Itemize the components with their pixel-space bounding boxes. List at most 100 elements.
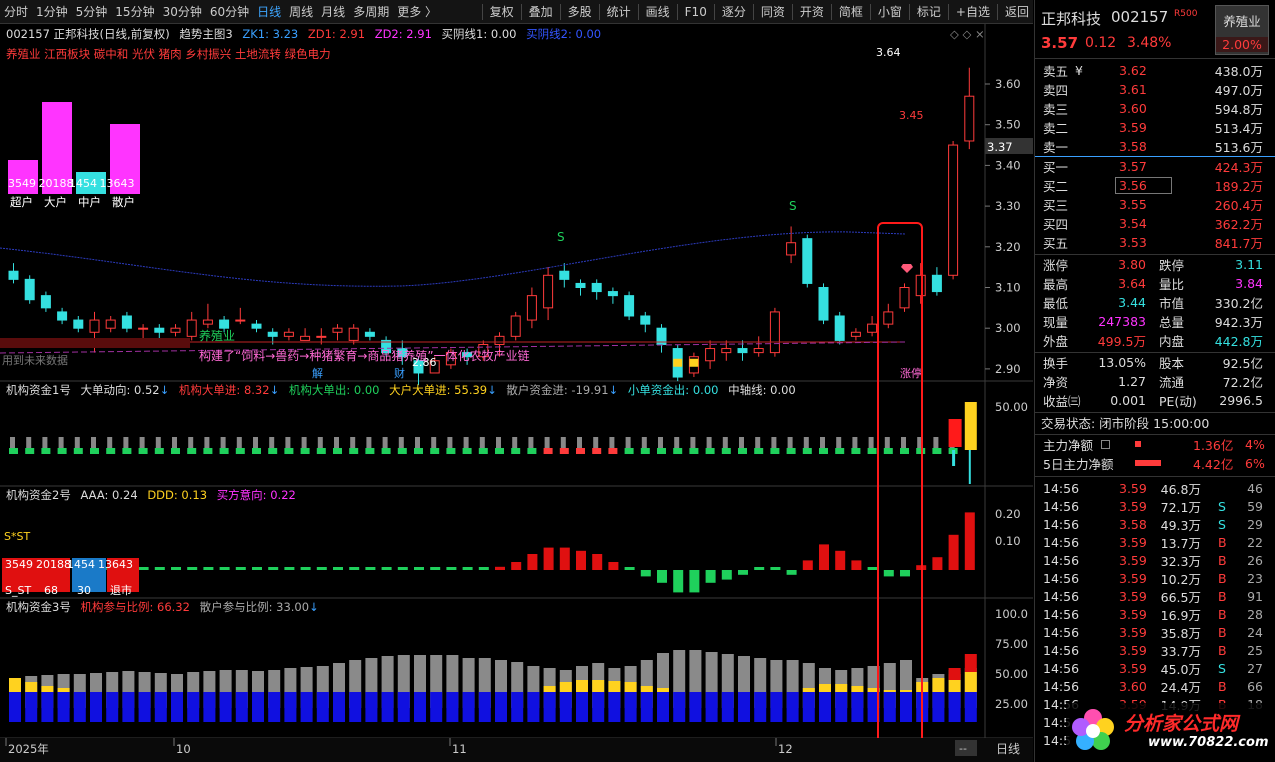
p1-flow-bar xyxy=(333,448,342,454)
p1-flow-bar xyxy=(284,448,294,454)
p3-blue-bar xyxy=(73,692,86,722)
tool-button-12[interactable]: +自选 xyxy=(952,0,994,24)
period-tab-1[interactable]: 1分钟 xyxy=(32,0,72,24)
panel3-title[interactable]: 机构资金3号 xyxy=(6,600,71,614)
ask-row[interactable]: 卖五 ¥ 3.62 438.0万 xyxy=(1035,61,1275,80)
tick-volume: 24.4万 xyxy=(1160,679,1201,695)
tool-button-8[interactable]: 开资 xyxy=(796,0,828,24)
period-tab-2[interactable]: 5分钟 xyxy=(72,0,112,24)
period-tab-7[interactable]: 周线 xyxy=(285,0,317,24)
tool-button-1[interactable]: 叠加 xyxy=(525,0,557,24)
price-tick-label: 3.00 xyxy=(995,321,1021,335)
flow5-row: 5日主力净额 4.42亿 6% xyxy=(1035,454,1275,473)
panel1-title[interactable]: 机构资金1号 xyxy=(6,383,71,397)
candle-body xyxy=(138,327,149,330)
tool-button-13[interactable]: 返回 xyxy=(1001,0,1033,24)
stat-value: 3.80 xyxy=(1118,257,1146,272)
tool-button-0[interactable]: 复权 xyxy=(486,0,518,24)
flow5-pct: 6% xyxy=(1245,456,1265,471)
candle-body xyxy=(219,319,230,329)
tool-button-3[interactable]: 统计 xyxy=(603,0,635,24)
candle-body xyxy=(883,311,894,325)
watermark-url: www.70822.com xyxy=(1148,735,1269,750)
period-tab-3[interactable]: 15分钟 xyxy=(111,0,158,24)
ask-row[interactable]: 卖二 3.59 513.4万 xyxy=(1035,118,1275,137)
stat-label: 外盘 xyxy=(1043,334,1069,349)
period-tab-4[interactable]: 30分钟 xyxy=(159,0,206,24)
bid-row[interactable]: 买一 3.57 424.3万 xyxy=(1035,157,1275,176)
period-tab-9[interactable]: 多周期 xyxy=(349,0,393,24)
stat-value2: 3.11 xyxy=(1235,257,1263,272)
p3-blue-bar xyxy=(948,692,961,722)
ask-label: 卖二 xyxy=(1043,121,1069,136)
tool-button-5[interactable]: F10 xyxy=(681,0,711,24)
p1-flow-bar xyxy=(349,448,359,454)
candle-body xyxy=(899,287,910,309)
chart-corner-icons[interactable]: ◇ ◇ × xyxy=(950,27,985,41)
price-row: 3.57 0.12 3.48% xyxy=(1035,34,1275,56)
stats-list: 涨停 3.80 跌停 3.11 最高 3.64 量比 3.84 最低 3.44 … xyxy=(1035,255,1275,350)
stat-value2: 3.84 xyxy=(1235,276,1263,291)
p3-yellow-bar xyxy=(592,680,605,692)
candle-body xyxy=(543,274,554,309)
tool-button-4[interactable]: 画线 xyxy=(642,0,674,24)
candle-body xyxy=(559,270,570,280)
indicator-name[interactable]: 趋势主图3 xyxy=(179,27,232,41)
p2-bar xyxy=(300,567,311,570)
bid-row[interactable]: 买二 3.56 189.2万 xyxy=(1035,176,1275,195)
ask-volume: 438.0万 xyxy=(1214,64,1263,79)
p3-blue-bar xyxy=(122,692,135,722)
tick-row: 14:56 3.59 33.7万 B 25 xyxy=(1035,641,1275,659)
period-tab-0[interactable]: 分时 xyxy=(0,0,32,24)
ask-row[interactable]: 卖一 3.58 513.6万 xyxy=(1035,137,1275,156)
tool-button-6[interactable]: 逐分 xyxy=(718,0,750,24)
p1-flow-bar xyxy=(268,448,278,454)
p3-blue-bar xyxy=(187,692,200,722)
tick-volume: 13.7万 xyxy=(1160,535,1201,551)
bid-row[interactable]: 买三 3.55 260.4万 xyxy=(1035,195,1275,214)
tool-button-10[interactable]: 小窗 xyxy=(874,0,906,24)
period-tab-5[interactable]: 60分钟 xyxy=(206,0,253,24)
inst-out: 机构大单出: 0.00 xyxy=(288,383,380,397)
price-tick-label: 3.60 xyxy=(995,77,1021,91)
p3-blue-bar xyxy=(9,692,21,722)
p3-blue-bar xyxy=(932,692,945,722)
inst-in: 机构大单进: 8.32 xyxy=(178,383,270,397)
p3-yellow-bar xyxy=(9,678,21,692)
retail-in: 散户资金进: -19.91 xyxy=(506,383,609,397)
bid-row[interactable]: 买五 3.53 841.7万 xyxy=(1035,233,1275,252)
bid-row[interactable]: 买四 3.54 362.2万 xyxy=(1035,214,1275,233)
tick-side: S xyxy=(1218,498,1226,514)
stat-label: 最低 xyxy=(1043,296,1069,311)
stat-value2: 330.2亿 xyxy=(1214,296,1263,311)
p3-blue-bar xyxy=(365,692,378,722)
p2-bar xyxy=(219,567,230,570)
menu-icon[interactable] xyxy=(1101,440,1110,449)
stat-value: 3.44 xyxy=(1118,295,1146,310)
p3-blue-bar xyxy=(592,692,605,722)
period-tab-6[interactable]: 日线 xyxy=(253,0,285,24)
period-tab-10[interactable]: 更多 〉 xyxy=(393,0,441,24)
p3-blue-bar xyxy=(57,692,70,722)
p1-flow-bar xyxy=(932,448,942,454)
flower-icon xyxy=(1072,709,1114,750)
bid-list: 买一 3.57 424.3万 买二 3.56 189.2万 买三 3.55 26… xyxy=(1035,157,1275,252)
period-tab-8[interactable]: 月线 xyxy=(317,0,349,24)
ask-label: 卖一 xyxy=(1043,140,1069,155)
p2-bar xyxy=(738,570,748,575)
ask-row[interactable]: 卖三 3.60 594.8万 xyxy=(1035,99,1275,118)
tool-button-9[interactable]: 简框 xyxy=(835,0,867,24)
p3-blue-bar xyxy=(770,692,783,722)
tick-row: 14:56 3.59 32.3万 B 26 xyxy=(1035,551,1275,569)
ask-list: 卖五 ¥ 3.62 438.0万 卖四 3.61 497.0万 卖三 3.60 … xyxy=(1035,59,1275,156)
ask-row[interactable]: 卖四 3.61 497.0万 xyxy=(1035,80,1275,99)
panel2-title[interactable]: 机构资金2号 xyxy=(6,488,71,502)
tool-button-11[interactable]: 标记 xyxy=(913,0,945,24)
tool-button-7[interactable]: 同资 xyxy=(757,0,789,24)
stat-value: 247383 xyxy=(1098,314,1146,329)
tick-time: 14:56 xyxy=(1043,624,1080,640)
p1-flow-bar xyxy=(770,448,780,454)
industry-label: 养殖业 xyxy=(199,328,235,343)
tool-button-2[interactable]: 多股 xyxy=(564,0,596,24)
tick-price: 3.59 xyxy=(1119,570,1147,586)
